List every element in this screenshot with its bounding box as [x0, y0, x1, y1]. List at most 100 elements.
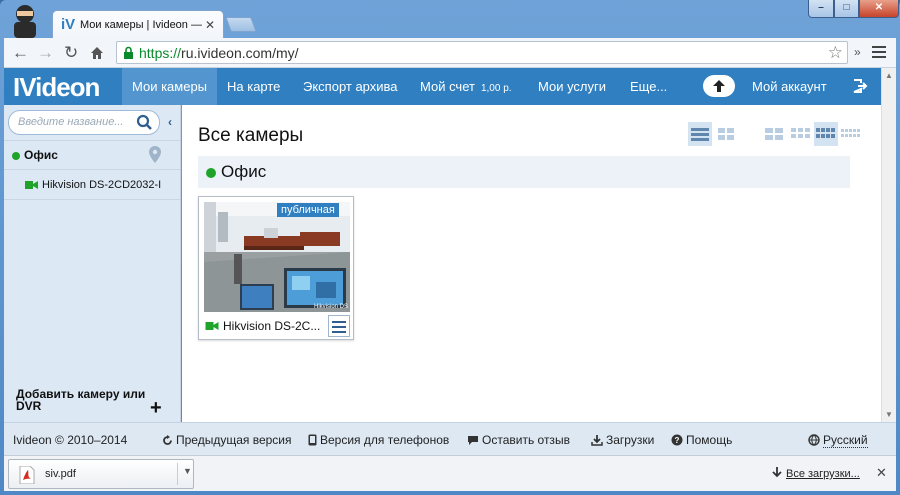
copyright-text: Ivideon © 2010–2014 [13, 433, 128, 447]
nav-my-services[interactable]: Мои услуги [538, 68, 606, 105]
sidebar-camera-item[interactable]: Hikvision DS-2CD2032-I [4, 170, 180, 200]
nav-map[interactable]: На карте [227, 68, 280, 105]
camera-menu-button[interactable] [328, 315, 350, 337]
refresh-icon [163, 435, 172, 445]
bookmark-star-icon[interactable]: ☆ [828, 43, 843, 63]
download-shelf: siv.pdf ▼ Все загрузки... ✕ [4, 455, 896, 491]
grid-4-columns-button[interactable] [814, 122, 838, 146]
svg-text:?: ? [675, 436, 680, 445]
upload-button[interactable] [703, 75, 735, 97]
camera-search-input[interactable]: Введите название... [8, 110, 160, 135]
user-avatar-icon[interactable] [10, 2, 40, 38]
online-status-dot [206, 168, 216, 178]
maximize-button[interactable]: □ [834, 0, 859, 18]
camera-preview-thumbnail[interactable]: Hikvision DS [204, 202, 350, 312]
mobile-version-link[interactable]: Версия для телефонов [308, 433, 449, 447]
ungrouped-view-icon [718, 128, 734, 140]
previous-version-link[interactable]: Предыдущая версия [162, 433, 292, 447]
download-item[interactable]: siv.pdf ▼ [8, 459, 194, 489]
scroll-down-icon[interactable]: ▼ [885, 410, 893, 419]
view-grouped-toggle[interactable] [688, 122, 712, 146]
location-pin-icon[interactable] [149, 146, 161, 164]
browser-window: iV Мои камеры | Ivideon — ✕ – □ ✕ ← → ↻ … [0, 0, 900, 495]
help-link[interactable]: ? Помощь [671, 433, 732, 447]
feedback-link[interactable]: Оставить отзыв [467, 433, 570, 447]
upload-icon [713, 80, 725, 92]
reload-icon[interactable]: ↻ [64, 43, 78, 63]
new-tab-button[interactable] [225, 17, 257, 32]
url-text: https://ru.ivideon.com/my/ [139, 45, 299, 61]
view-ungrouped-toggle[interactable] [714, 122, 738, 146]
speech-bubble-icon [468, 436, 478, 445]
nav-more[interactable]: Еще... [630, 68, 667, 105]
site-navigation: IVideon Мои камеры На карте Экспорт архи… [4, 68, 881, 105]
lock-icon [124, 46, 133, 59]
ivideon-logo[interactable]: IVideon [13, 72, 100, 103]
grid-5-columns-button[interactable] [840, 122, 864, 146]
tab-close-icon[interactable]: ✕ [205, 18, 215, 32]
page-scrollbar[interactable]: ▲ ▼ [881, 68, 896, 422]
collapse-sidebar-icon[interactable]: ‹ [168, 115, 172, 129]
minimize-icon: – [818, 2, 824, 13]
logout-icon[interactable] [852, 78, 868, 94]
nav-my-account-balance[interactable]: Мой счет 1,00 р. [420, 68, 512, 105]
minimize-button[interactable]: – [808, 0, 834, 18]
globe-icon [808, 434, 820, 446]
add-camera-plus-icon[interactable]: + [150, 397, 162, 420]
page-title: Все камеры [198, 125, 304, 146]
grid-3-columns-button[interactable] [788, 122, 812, 146]
grid-large-icon [765, 128, 783, 140]
nav-my-profile[interactable]: Мой аккаунт [752, 68, 827, 105]
camera-card-name: Hikvision DS-2C... [223, 319, 321, 333]
close-icon: ✕ [874, 2, 884, 13]
extensions-overflow-icon[interactable]: » [854, 45, 861, 59]
help-icon: ? [671, 434, 683, 446]
group-title: Офис [221, 162, 267, 181]
add-camera-link[interactable]: Добавить камеру или DVR [16, 388, 146, 412]
sidebar-camera-label: Hikvision DS-2CD2032-I [42, 179, 162, 191]
chevron-down-icon[interactable]: ▼ [183, 466, 192, 476]
grid-medium-icon [791, 128, 810, 138]
ivideon-favicon: iV [61, 16, 76, 33]
online-status-dot [12, 152, 20, 160]
sidebar: Введите название... ‹ Офис Hikvision DS-… [4, 105, 181, 422]
scroll-up-icon[interactable]: ▲ [885, 71, 893, 80]
balance-amount: 1,00 р. [480, 83, 512, 94]
menu-icon-line [332, 331, 346, 333]
video-camera-icon [25, 181, 38, 189]
maximize-icon: □ [843, 2, 850, 13]
all-downloads-link[interactable]: Все загрузки... [772, 467, 860, 480]
main-content: Все камеры Офис Hikvision DS публичная H… [182, 105, 881, 422]
back-icon[interactable]: ← [12, 43, 29, 63]
home-icon[interactable] [90, 46, 104, 60]
address-bar[interactable]: https://ru.ivideon.com/my/ ☆ [116, 41, 848, 64]
language-selector[interactable]: Русский [808, 433, 868, 448]
tab-title: Мои камеры | Ivideon — [80, 19, 202, 31]
nav-archive-export[interactable]: Экспорт архива [303, 68, 398, 105]
grid-2-columns-button[interactable] [762, 122, 786, 146]
search-placeholder: Введите название... [18, 116, 124, 128]
camera-overlay-text: Hikvision DS [314, 304, 348, 310]
camera-card[interactable]: Hikvision DS публичная Hikvision DS-2C..… [198, 196, 354, 340]
camera-group-header[interactable]: Офис [198, 156, 850, 188]
menu-icon-line [332, 326, 346, 328]
downloads-link[interactable]: Загрузки [591, 433, 654, 447]
browser-menu-icon[interactable] [872, 46, 886, 58]
pdf-file-icon [19, 466, 35, 484]
browser-toolbar: ← → ↻ https://ru.ivideon.com/my/ ☆ » [4, 38, 896, 68]
close-window-button[interactable]: ✕ [859, 0, 899, 18]
grouped-view-icon [691, 128, 709, 141]
browser-tab-active[interactable]: iV Мои камеры | Ivideon — ✕ [52, 10, 224, 38]
search-icon[interactable] [136, 114, 153, 131]
close-download-shelf-icon[interactable]: ✕ [876, 465, 887, 481]
download-item-divider [177, 463, 178, 485]
grid-tiny-icon [841, 129, 860, 137]
nav-my-cameras[interactable]: Мои камеры [122, 68, 218, 105]
sidebar-group-office[interactable]: Офис [4, 140, 180, 170]
forward-icon[interactable]: → [37, 43, 54, 63]
menu-icon [332, 321, 346, 323]
video-camera-icon [205, 322, 219, 330]
grid-small-icon [816, 128, 835, 138]
phone-icon [308, 434, 317, 446]
download-icon [591, 435, 603, 446]
